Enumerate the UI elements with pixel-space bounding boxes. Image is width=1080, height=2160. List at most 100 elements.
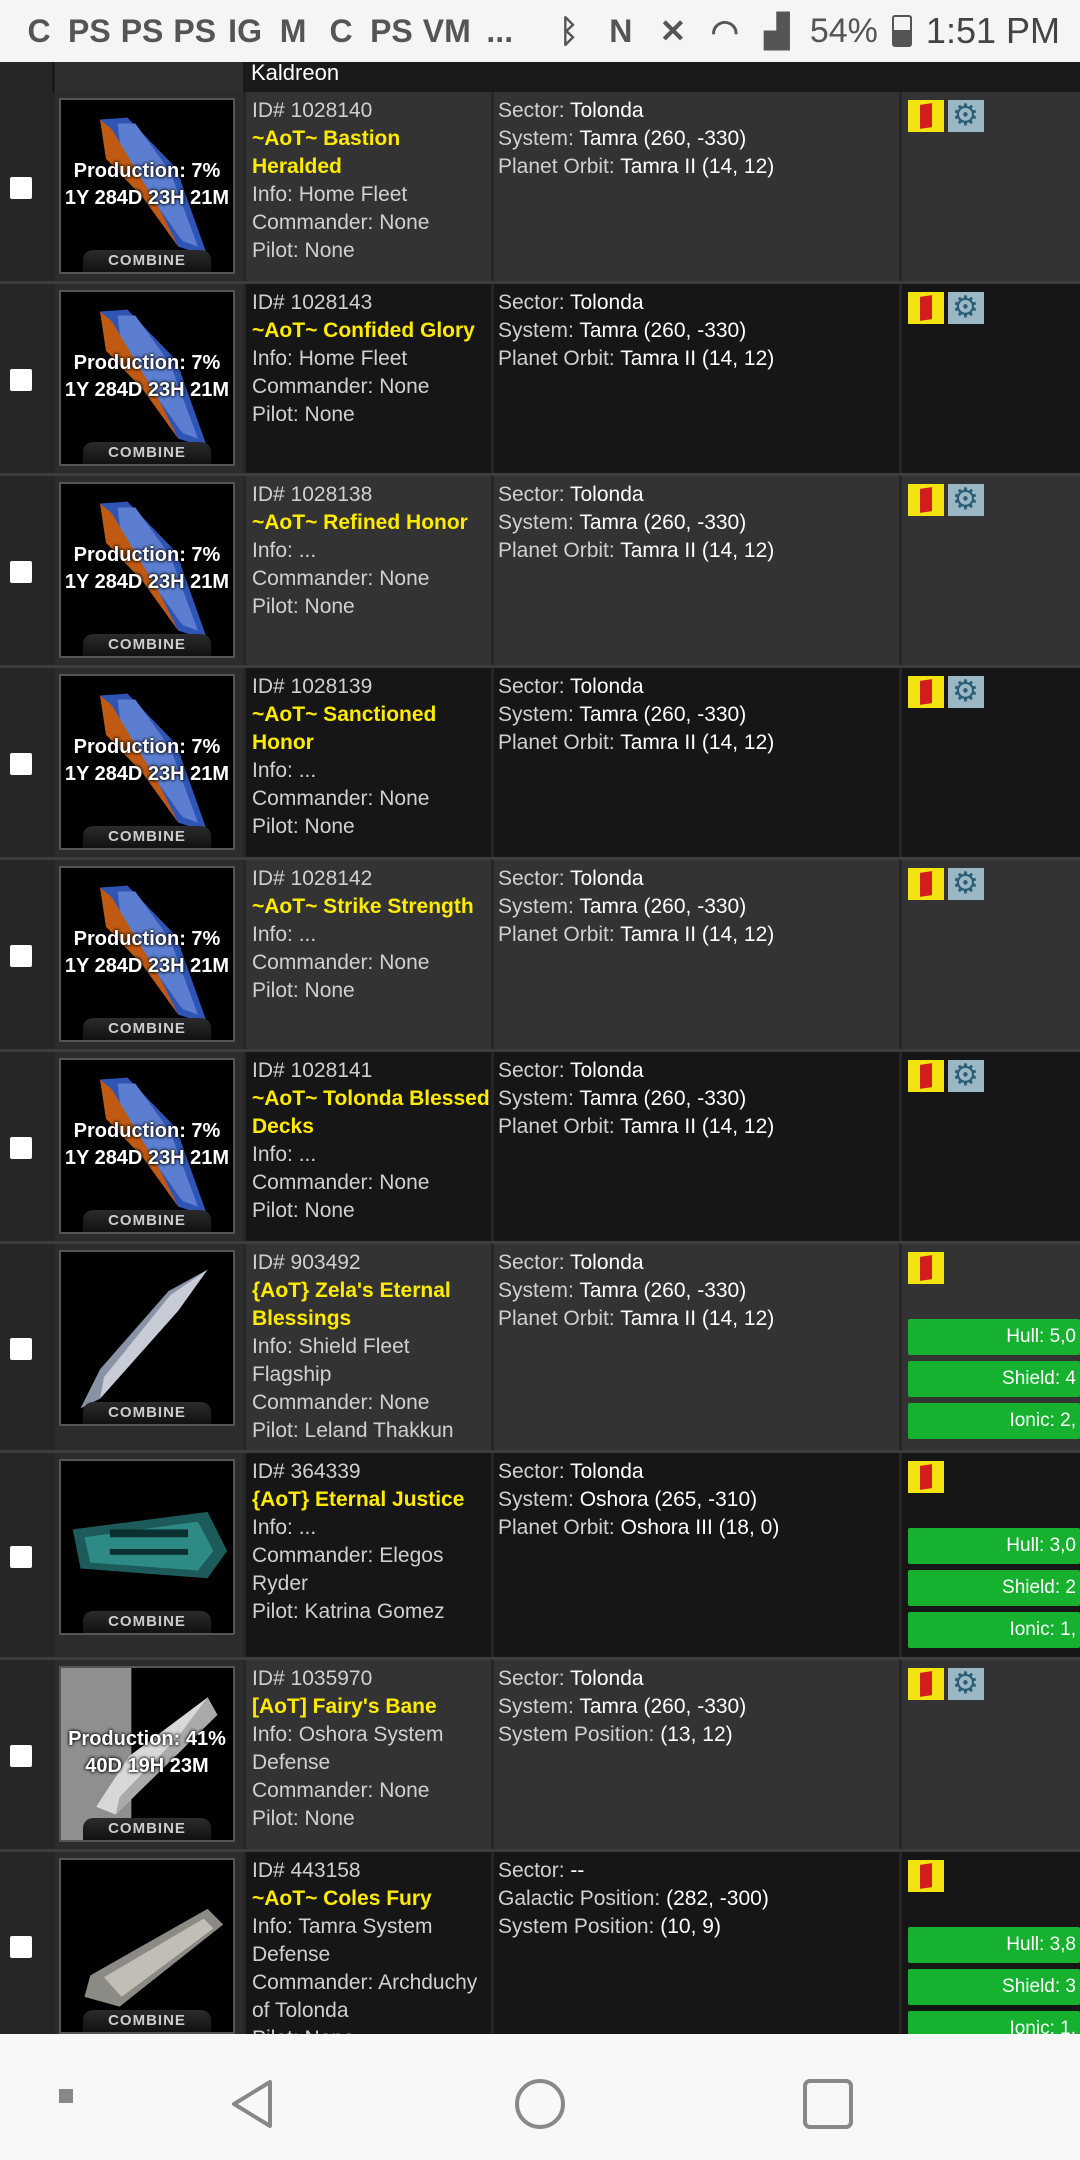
id-label: ID# xyxy=(252,99,285,122)
id-label: ID# xyxy=(252,1460,285,1483)
flag-icon[interactable] xyxy=(908,1668,944,1700)
sector-label: Sector: xyxy=(498,1667,565,1690)
stat-bar: Shield: 4 xyxy=(908,1361,1080,1397)
location-label: Galactic Position: xyxy=(498,1887,661,1910)
stat-bar: Hull: 3,0 xyxy=(908,1528,1080,1564)
id-label: ID# xyxy=(252,1859,285,1882)
row-checkbox[interactable] xyxy=(10,561,32,583)
ship-name-link[interactable]: ~AoT~ Refined Honor xyxy=(252,509,491,537)
ship-name-link[interactable]: ~AoT~ Tolonda Blessed Decks xyxy=(252,1085,491,1141)
row-checkbox[interactable] xyxy=(10,177,32,199)
location-label: System: xyxy=(498,511,574,534)
ship-commander: None xyxy=(379,787,430,810)
row-checkbox[interactable] xyxy=(10,1936,32,1958)
recents-icon[interactable] xyxy=(798,2074,858,2134)
ship-location-cell: Sector: Tolonda System: Tamra (260, -330… xyxy=(494,1660,899,1849)
row-checkbox[interactable] xyxy=(10,945,32,967)
ship-name-link[interactable]: {AoT} Zela's Eternal Blessings xyxy=(252,1277,491,1333)
ship-thumbnail[interactable]: Production: 7% 1Y 284D 23H 21M COMBINE xyxy=(59,866,235,1042)
table-row: Production: 7% 1Y 284D 23H 21M COMBINE ID… xyxy=(0,1052,1080,1244)
ship-thumbnail[interactable]: Production: 7% 1Y 284D 23H 21M COMBINE xyxy=(59,1058,235,1234)
ship-pilot: None xyxy=(304,239,355,262)
menu-dot-icon[interactable] xyxy=(56,2086,76,2106)
ship-thumbnail-cell: Production: 7% 1Y 284D 23H 21M COMBINE xyxy=(55,860,243,1049)
gear-icon[interactable] xyxy=(948,866,984,901)
status-bar: C PS PS PS IG M C PS VM ... ᛒ N ✕ ◠ ▟ 54… xyxy=(0,0,1080,62)
ship-thumbnail[interactable]: Production: 7% 1Y 284D 23H 21M COMBINE xyxy=(59,482,235,658)
ship-name-link[interactable]: ~AoT~ Sanctioned Honor xyxy=(252,701,491,757)
table-row: COMBINE ID# 903492 {AoT} Zela's Eternal … xyxy=(0,1244,1080,1453)
id-label: ID# xyxy=(252,867,285,890)
info-label: Info: xyxy=(252,1723,293,1746)
sector-label: Sector: xyxy=(498,867,565,890)
location-label: System: xyxy=(498,319,574,342)
ship-name-link[interactable]: ~AoT~ Coles Fury xyxy=(252,1885,491,1913)
flag-icon[interactable] xyxy=(908,868,944,900)
ship-thumbnail[interactable]: Production: 41% 40D 19H 23M COMBINE xyxy=(59,1666,235,1842)
ship-name-link[interactable]: ~AoT~ Confided Glory xyxy=(252,317,491,345)
sector-value: Tolonda xyxy=(570,867,644,890)
select-cell xyxy=(0,1852,52,2034)
flag-icon[interactable] xyxy=(908,292,944,324)
ship-thumbnail[interactable]: Production: 7% 1Y 284D 23H 21M COMBINE xyxy=(59,674,235,850)
ship-location-cell: Sector: Tolonda System: Oshora (265, -31… xyxy=(494,1453,899,1657)
select-cell xyxy=(0,1453,52,1657)
sector-label: Sector: xyxy=(498,483,565,506)
row-checkbox[interactable] xyxy=(10,1137,32,1159)
battery-percent: 54% xyxy=(809,11,878,50)
gear-icon[interactable] xyxy=(948,674,984,709)
ship-name-link[interactable]: ~AoT~ Strike Strength xyxy=(252,893,491,921)
ship-thumbnail[interactable]: COMBINE xyxy=(59,1858,235,2034)
gear-icon[interactable] xyxy=(948,1058,984,1093)
location-label: System: xyxy=(498,703,574,726)
row-checkbox[interactable] xyxy=(10,753,32,775)
ship-thumbnail-cell: Production: 41% 40D 19H 23M COMBINE xyxy=(55,1660,243,1849)
notification-icon: IG xyxy=(228,12,262,49)
gear-icon[interactable] xyxy=(948,98,984,133)
row-checkbox[interactable] xyxy=(10,369,32,391)
select-cell xyxy=(0,860,52,1049)
ship-thumbnail-cell: Production: 7% 1Y 284D 23H 21M COMBINE xyxy=(55,476,243,665)
ship-location-cell: Sector: Tolonda System: Tamra (260, -330… xyxy=(494,860,899,1049)
production-percent: Production: 7% xyxy=(73,1120,221,1142)
ship-thumbnail[interactable]: COMBINE xyxy=(59,1459,235,1635)
gear-icon[interactable] xyxy=(948,290,984,325)
row-checkbox[interactable] xyxy=(10,1338,32,1360)
info-label: Info: xyxy=(252,923,293,946)
gear-icon[interactable] xyxy=(948,482,984,517)
row-checkbox[interactable] xyxy=(10,1546,32,1568)
ship-name-link[interactable]: ~AoT~ Bastion Heralded xyxy=(252,125,491,181)
sector-value: Tolonda xyxy=(570,291,644,314)
ship-thumbnail[interactable]: COMBINE xyxy=(59,1250,235,1426)
ship-name-link[interactable]: {AoT} Eternal Justice xyxy=(252,1486,491,1514)
row-checkbox[interactable] xyxy=(10,1745,32,1767)
production-percent: Production: 7% xyxy=(73,928,221,950)
flag-icon[interactable] xyxy=(908,676,944,708)
flag-icon[interactable] xyxy=(908,100,944,132)
position-label: Planet Orbit: xyxy=(498,1307,615,1330)
ship-thumbnail[interactable]: Production: 7% 1Y 284D 23H 21M COMBINE xyxy=(59,290,235,466)
location-label: System: xyxy=(498,895,574,918)
position-value: Tamra II (14, 12) xyxy=(620,1115,775,1138)
faction-banner: COMBINE xyxy=(83,442,211,464)
position-label: Planet Orbit: xyxy=(498,731,615,754)
info-label: Info: xyxy=(252,759,293,782)
ship-thumbnail[interactable]: Production: 7% 1Y 284D 23H 21M COMBINE xyxy=(59,98,235,274)
ship-name-link[interactable]: [AoT] Fairy's Bane xyxy=(252,1693,491,1721)
back-icon[interactable] xyxy=(224,2074,284,2134)
flag-icon[interactable] xyxy=(908,484,944,516)
flag-icon[interactable] xyxy=(908,1252,944,1284)
flag-icon[interactable] xyxy=(908,1860,944,1892)
table-row: Production: 7% 1Y 284D 23H 21M COMBINE ID… xyxy=(0,476,1080,668)
production-percent: Production: 7% xyxy=(73,736,221,758)
flag-icon[interactable] xyxy=(908,1461,944,1493)
flag-icon[interactable] xyxy=(908,1060,944,1092)
faction-banner: COMBINE xyxy=(83,1611,211,1633)
position-label: Planet Orbit: xyxy=(498,923,615,946)
gear-icon[interactable] xyxy=(948,1666,984,1701)
position-value: Tamra II (14, 12) xyxy=(620,539,775,562)
ship-actions-cell: Hull: 3,8 Shield: 3 Ionic: 1, xyxy=(902,1852,1080,2034)
ship-actions-cell xyxy=(902,1660,1080,1849)
ship-id: 1028143 xyxy=(290,291,373,314)
home-icon[interactable] xyxy=(510,2074,570,2134)
